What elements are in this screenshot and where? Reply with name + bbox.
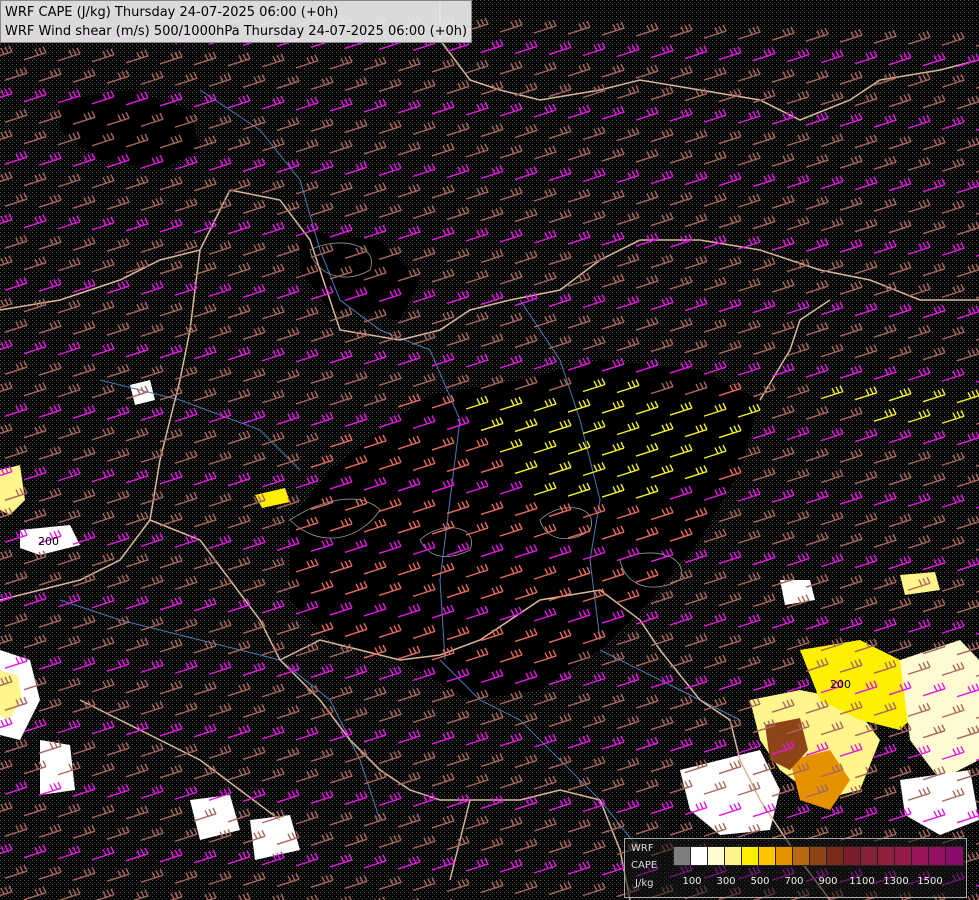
weather-map: 200 200 WRF CAPE (J/kg) Thursday 24-07-2… [0,0,979,900]
map-title: WRF CAPE (J/kg) Thursday 24-07-2025 06:0… [0,0,473,43]
map-canvas: 200 200 [0,0,979,900]
legend-tick-label: 700 [784,876,804,887]
legend-swatch [945,846,964,866]
legend-tick-label: 1300 [883,876,909,887]
cape-contour-label: 200 [830,678,851,691]
legend-tick-label: 300 [716,876,736,887]
legend-tick-label: 1100 [849,876,875,887]
legend-tick-label: 100 [682,876,702,887]
title-line-cape: WRF CAPE (J/kg) Thursday 24-07-2025 06:0… [5,5,339,20]
legend-field-label: CAPE [631,860,658,871]
legend-tick-label: 1500 [917,876,943,887]
legend-model-label: WRF [631,843,654,854]
legend-tick-label: 500 [750,876,770,887]
title-line-wind-shear: WRF Wind shear (m/s) 500/1000hPa Thursda… [5,24,468,39]
cape-contour-label: 200 [38,535,59,548]
cape-legend: WRF CAPE J/kg 100 300 500 700 900 1100 1300 150… [624,838,967,898]
legend-unit-label: J/kg [635,878,654,889]
legend-tick-label: 900 [818,876,838,887]
